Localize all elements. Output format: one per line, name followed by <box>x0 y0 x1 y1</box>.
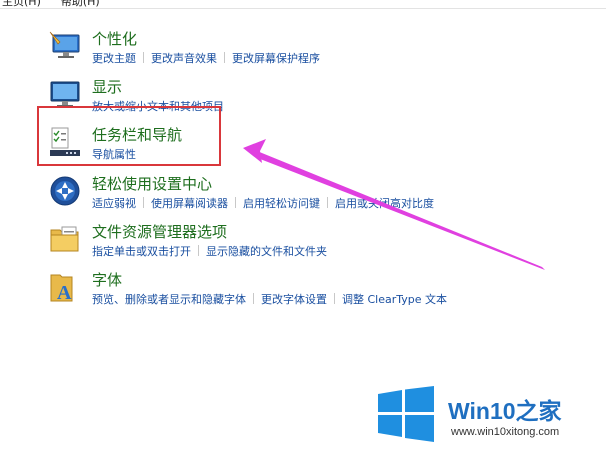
link-separator <box>224 52 225 63</box>
personalization-links: 更改主题 更改声音效果 更改屏幕保护程序 <box>92 50 320 66</box>
file-explorer-options-links: 指定单击或双击打开 显示隐藏的文件和文件夹 <box>92 243 327 259</box>
link-access-keys[interactable]: 启用轻松访问键 <box>243 197 320 210</box>
link-separator <box>334 293 335 304</box>
menu-home[interactable]: 主页(H) <box>2 0 41 8</box>
menu-bar: 主页(H) 帮助(H) <box>0 0 606 9</box>
fonts-icon: A <box>48 271 82 304</box>
link-show-hidden-files[interactable]: 显示隐藏的文件和文件夹 <box>206 245 327 258</box>
link-separator <box>143 197 144 208</box>
link-separator <box>327 197 328 208</box>
link-single-double-click[interactable]: 指定单击或双击打开 <box>92 245 191 258</box>
link-separator <box>253 293 254 304</box>
link-change-sound[interactable]: 更改声音效果 <box>151 52 217 65</box>
link-screen-reader[interactable]: 使用屏幕阅读器 <box>151 197 228 210</box>
fonts-title[interactable]: 字体 <box>92 269 122 290</box>
link-separator <box>198 245 199 256</box>
windows-logo-icon <box>376 386 436 442</box>
link-adjust-cleartype[interactable]: 调整 ClearType 文本 <box>342 293 447 306</box>
link-separator <box>235 197 236 208</box>
watermark-brand: Win10之家 <box>448 398 562 424</box>
file-explorer-options-title[interactable]: 文件资源管理器选项 <box>92 221 227 242</box>
category-personalization: 个性化 更改主题 更改声音效果 更改屏幕保护程序 <box>0 28 606 74</box>
folder-options-icon <box>48 223 82 255</box>
watermark: Win10之家 www.win10xitong.com <box>376 386 606 458</box>
link-change-theme[interactable]: 更改主题 <box>92 52 136 65</box>
fonts-links: 预览、删除或者显示和隐藏字体 更改字体设置 调整 ClearType 文本 <box>92 291 447 307</box>
category-file-explorer-options: 文件资源管理器选项 指定单击或双击打开 显示隐藏的文件和文件夹 <box>0 221 606 267</box>
link-change-font-settings[interactable]: 更改字体设置 <box>261 293 327 306</box>
menu-help[interactable]: 帮助(H) <box>61 0 100 8</box>
watermark-url: www.win10xitong.com <box>451 426 560 438</box>
category-fonts: A 字体 预览、删除或者显示和隐藏字体 更改字体设置 调整 ClearType 文本 <box>0 269 606 315</box>
category-ease-of-access: 轻松使用设置中心 适应弱视 使用屏幕阅读器 启用轻松访问键 启用或关闭高对比度 <box>0 173 606 219</box>
svg-text:A: A <box>57 282 72 303</box>
link-preview-delete-fonts[interactable]: 预览、删除或者显示和隐藏字体 <box>92 293 246 306</box>
ease-of-access-icon <box>48 175 82 207</box>
link-high-contrast[interactable]: 启用或关闭高对比度 <box>335 197 434 210</box>
highlight-box <box>37 106 221 166</box>
display-title[interactable]: 显示 <box>92 76 122 97</box>
ease-of-access-title[interactable]: 轻松使用设置中心 <box>92 173 212 194</box>
link-change-screensaver[interactable]: 更改屏幕保护程序 <box>232 52 320 65</box>
link-low-vision[interactable]: 适应弱视 <box>92 197 136 210</box>
personalization-title[interactable]: 个性化 <box>92 28 137 49</box>
personalization-icon <box>48 30 82 62</box>
link-separator <box>143 52 144 63</box>
ease-of-access-links: 适应弱视 使用屏幕阅读器 启用轻松访问键 启用或关闭高对比度 <box>92 195 434 211</box>
